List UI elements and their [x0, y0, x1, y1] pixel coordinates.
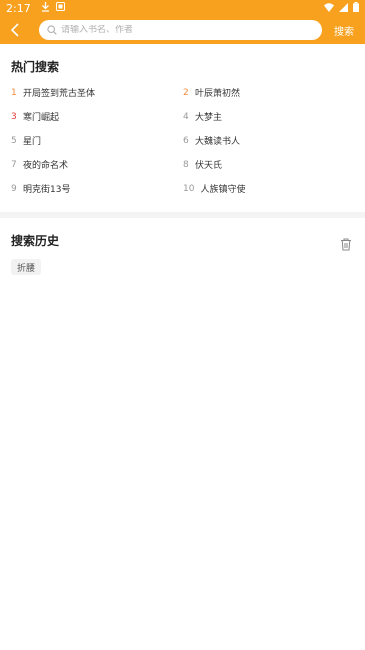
hot-search-rank: 5 [11, 135, 17, 146]
search-history-section: 搜索历史 折腰 [0, 232, 365, 275]
hot-search-item[interactable]: 9 明克街13号 [11, 182, 71, 196]
hot-search-book-title: 夜的命名术 [23, 161, 69, 171]
hot-search-book-title: 叶辰萧初然 [195, 89, 241, 99]
hot-search-rank: 6 [183, 135, 189, 146]
search-button[interactable]: 搜索 [323, 16, 365, 44]
status-bar: 2:17 [0, 0, 365, 16]
chevron-left-icon [10, 23, 19, 37]
hot-search-item[interactable]: 7 夜的命名术 [11, 158, 69, 172]
battery-icon [353, 1, 359, 15]
hot-search-book-title: 开局签到荒古圣体 [23, 89, 96, 99]
hot-search-rank: 7 [11, 159, 17, 170]
search-box[interactable] [39, 20, 322, 40]
signal-icon [339, 2, 348, 15]
hot-search-rank: 1 [11, 87, 17, 98]
download-icon [41, 1, 50, 15]
section-divider [0, 212, 365, 218]
trash-icon [341, 238, 351, 251]
hot-search-item[interactable]: 8 伏天氏 [183, 158, 223, 172]
hot-search-book-title: 寒门崛起 [23, 113, 60, 123]
hot-search-book-title: 人族镇守使 [200, 185, 246, 195]
hot-search-rank: 3 [11, 111, 17, 122]
hot-search-item[interactable]: 2 叶辰萧初然 [183, 86, 241, 100]
back-button[interactable] [0, 16, 30, 44]
notification-icon [55, 2, 65, 14]
hot-search-rank: 9 [11, 183, 17, 194]
search-header: 搜索 [0, 16, 365, 44]
hot-search-item[interactable]: 10 人族镇守使 [183, 182, 246, 196]
hot-search-rank: 4 [183, 111, 189, 122]
clear-history-button[interactable] [339, 236, 353, 251]
wifi-icon [324, 2, 334, 15]
hot-search-book-title: 明克街13号 [23, 185, 71, 195]
search-history-title: 搜索历史 [11, 234, 60, 248]
hot-search-title: 热门搜索 [11, 60, 60, 74]
hot-search-item[interactable]: 4 大梦主 [183, 110, 223, 124]
hot-search-item[interactable]: 6 大魏读书人 [183, 134, 241, 148]
hot-search-item[interactable]: 1 开局签到荒古圣体 [11, 86, 96, 100]
hot-search-item[interactable]: 5 星门 [11, 134, 42, 148]
hot-search-section: 热门搜索 1 开局签到荒古圣体 2 叶辰萧初然 3 寒门崛起 4 大梦主 5 星门 6 大魏读书人 7 夜… [0, 58, 365, 195]
status-time: 2:17 [6, 1, 31, 15]
search-input[interactable] [61, 25, 301, 35]
history-chip[interactable]: 折腰 [11, 259, 42, 275]
hot-search-rank: 8 [183, 159, 189, 170]
hot-search-book-title: 大魏读书人 [195, 137, 241, 147]
hot-search-book-title: 大梦主 [195, 113, 223, 123]
hot-search-book-title: 星门 [23, 137, 42, 147]
hot-search-rank: 10 [183, 183, 195, 194]
hot-search-book-title: 伏天氏 [195, 161, 223, 171]
hot-search-item[interactable]: 3 寒门崛起 [11, 110, 60, 124]
hot-search-rank: 2 [183, 87, 189, 98]
search-icon [47, 25, 57, 35]
